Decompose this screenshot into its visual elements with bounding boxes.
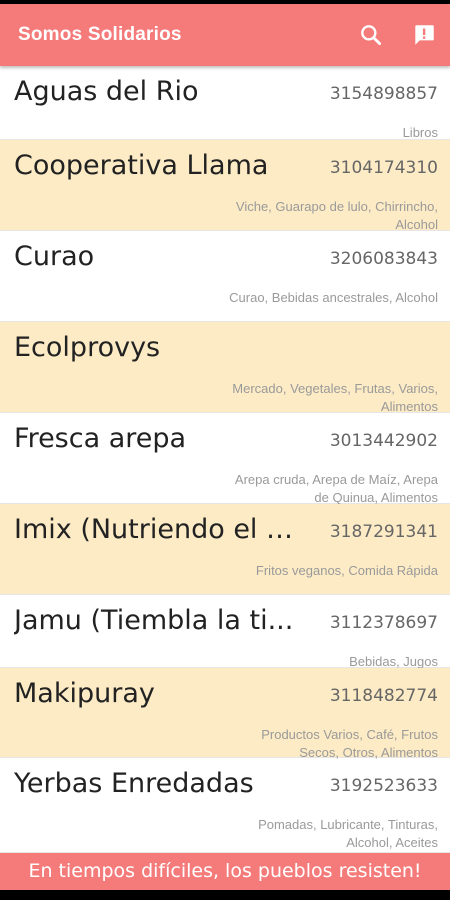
- item-name: Jamu (Tiembla la ti...: [14, 605, 294, 636]
- navigation-bar: [0, 890, 450, 900]
- app-title: Somos Solidarios: [18, 24, 182, 45]
- list-item[interactable]: Aguas del Rio 3154898857 Libros: [0, 66, 450, 140]
- list-item[interactable]: Jamu (Tiembla la ti... 3112378697 Bebida…: [0, 595, 450, 669]
- item-name: Ecolprovys: [14, 332, 161, 363]
- search-icon[interactable]: [358, 22, 384, 48]
- item-name: Makipuray: [14, 678, 155, 709]
- item-phone: 3187291341: [329, 522, 438, 542]
- footer-banner: En tiempos difíciles, los pueblos resist…: [0, 853, 450, 890]
- list-item[interactable]: Curao 3206083843 Curao, Bebidas ancestra…: [0, 231, 450, 322]
- item-tags: Mercado, Vegetales, Frutas, Varios, Alim…: [232, 381, 438, 414]
- list-item[interactable]: Imix (Nutriendo el S... 3187291341 Frito…: [0, 504, 450, 595]
- item-tags: Viche, Guarapo de lulo, Chirrincho, Alco…: [235, 199, 438, 232]
- item-name: Yerbas Enredadas: [14, 768, 254, 799]
- item-phone: 3104174310: [329, 158, 438, 178]
- item-name: Cooperativa Llama: [14, 150, 269, 181]
- item-tags: Pomadas, Lubricante, Tinturas, Alcohol, …: [258, 817, 438, 850]
- item-phone: 3192523633: [329, 776, 438, 796]
- list-item[interactable]: Fresca arepa 3013442902 Arepa cruda, Are…: [0, 413, 450, 505]
- list-item[interactable]: Makipuray 3118482774 Productos Varios, C…: [0, 668, 450, 760]
- item-tags: Fritos veganos, Comida Rápida: [255, 563, 438, 578]
- item-phone: 3112378697: [329, 613, 438, 633]
- item-tags: Curao, Bebidas ancestrales, Alcohol: [229, 290, 438, 305]
- app-screen: Somos Solidarios Aguas del Rio 315489885…: [0, 0, 450, 900]
- list-item[interactable]: Ecolprovys Mercado, Vegetales, Frutas, V…: [0, 322, 450, 414]
- item-name: Imix (Nutriendo el S...: [14, 514, 304, 545]
- contacts-list: Aguas del Rio 3154898857 Libros Cooperat…: [0, 66, 450, 853]
- item-name: Aguas del Rio: [14, 76, 199, 107]
- app-bar: Somos Solidarios: [0, 4, 450, 66]
- item-phone: 3118482774: [329, 686, 438, 706]
- item-phone: 3206083843: [329, 249, 438, 269]
- item-name: Curao: [14, 241, 95, 272]
- item-tags: Productos Varios, Café, Frutos Secos, Ot…: [261, 727, 438, 760]
- feedback-icon[interactable]: [411, 22, 437, 48]
- list-item[interactable]: Yerbas Enredadas 3192523633 Pomadas, Lub…: [0, 758, 450, 853]
- item-phone: 3154898857: [329, 84, 438, 104]
- item-name: Fresca arepa: [14, 423, 187, 454]
- list-item[interactable]: Cooperativa Llama 3104174310 Viche, Guar…: [0, 140, 450, 232]
- item-tags: Arepa cruda, Arepa de Maíz, Arepa de Qui…: [234, 472, 438, 505]
- item-phone: 3013442902: [329, 431, 438, 451]
